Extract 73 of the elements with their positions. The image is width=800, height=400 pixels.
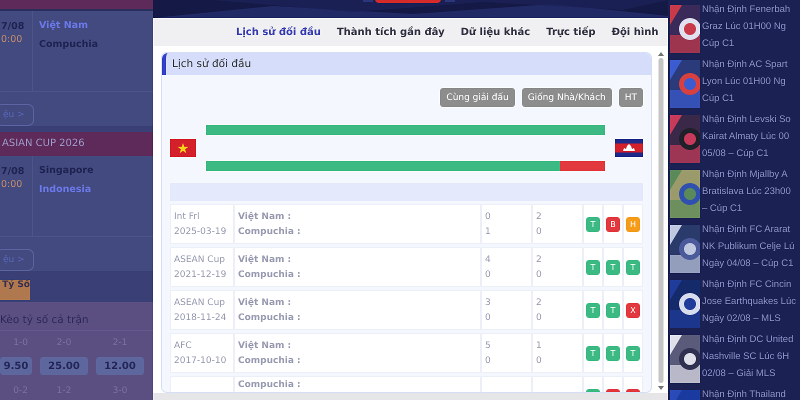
competition-name: ASEAN Cup xyxy=(174,298,226,308)
competition-name: AFC xyxy=(174,340,193,350)
match-date: 2017-10-10 xyxy=(174,356,228,366)
result-badge: X xyxy=(626,302,640,318)
filter-button[interactable]: Cùng giải đấu xyxy=(440,88,515,107)
team-name: Compuchia : xyxy=(238,270,302,280)
filter-button[interactable]: HT xyxy=(618,88,643,107)
match-date: 2021-12-19 xyxy=(174,270,228,280)
news-title[interactable]: Nhận Định Levski So Kairat Almaty Lúc 00 05/08 – Cúp C1 xyxy=(702,111,791,162)
team-name: Việt Nam : xyxy=(238,212,292,222)
odds-button[interactable]: 9.50 xyxy=(0,357,32,375)
flag-icon xyxy=(170,139,196,157)
score: 1 xyxy=(485,226,492,236)
tab[interactable]: Dữ liệu khác xyxy=(454,18,538,46)
score: 0 xyxy=(536,270,543,280)
team-name: Việt Nam xyxy=(39,20,89,31)
result-badge: T xyxy=(606,260,620,274)
competition-name: ASEAN Cup xyxy=(174,254,226,264)
tab[interactable]: Trực tiếp xyxy=(539,18,603,46)
result-badge: T xyxy=(606,346,620,360)
news-title[interactable]: Nhận Định FC Cincin Jose Earthquakes Lúc Ngày 02/08 – MLS xyxy=(702,276,796,327)
match-date: 2025-03-19 xyxy=(174,226,228,236)
result-badge: T xyxy=(606,302,620,318)
score: 2 xyxy=(536,298,543,308)
result-badge: H xyxy=(626,216,640,232)
result-badge: T xyxy=(626,260,640,274)
league-header: ASIAN CUP 2026 xyxy=(0,132,153,156)
result-badge: T xyxy=(626,346,640,360)
team-name: Indonesia xyxy=(39,184,92,195)
tab[interactable]: Đội hình xyxy=(604,18,666,46)
result-badge: B xyxy=(606,216,620,232)
news-title[interactable]: Nhận Định AC Spart Lyon Lúc 01H00 Ng Cúp C1 xyxy=(702,56,788,107)
team-name: Compuchia : xyxy=(238,226,302,236)
score: 0 xyxy=(536,356,543,366)
flag-icon xyxy=(615,139,643,157)
score: 0 xyxy=(536,226,543,236)
team-name: Compuchia : xyxy=(238,380,302,390)
score: 0 xyxy=(485,312,492,322)
team-name: Việt Nam : xyxy=(238,254,292,264)
match-time: 0:00 xyxy=(1,179,24,190)
team-name: Compuchia : xyxy=(238,312,302,322)
score: 0 xyxy=(536,312,543,322)
score: 0 xyxy=(485,212,492,222)
team-name: Việt Nam : xyxy=(238,298,292,308)
team-name: Compuchia : xyxy=(238,356,302,366)
score: 4 xyxy=(485,254,492,264)
match-time: 0:00 xyxy=(1,34,24,45)
filter-button[interactable]: Giống Nhà/Khách xyxy=(522,88,612,107)
result-badge: T xyxy=(586,260,600,274)
news-title[interactable]: Nhận Định DC United Nashville SC Lúc 6H 02/08 – Giải MLS xyxy=(702,331,794,382)
score: 3 xyxy=(485,298,492,308)
result-badge: T xyxy=(586,216,600,232)
score-tab[interactable]: Tỷ Số xyxy=(0,280,30,300)
odds-button[interactable]: 12.00 xyxy=(96,357,144,375)
tab[interactable]: Lịch sử đối đầu xyxy=(229,18,328,46)
section-title: Lịch sử đối đầu xyxy=(172,58,252,70)
news-title[interactable]: Nhận Định Thailand xyxy=(702,386,786,400)
score: 0 xyxy=(485,270,492,280)
tab[interactable]: Thành tích gần đây xyxy=(330,18,452,46)
team-name: Việt Nam : xyxy=(238,340,292,350)
news-title[interactable]: Nhận Định Fenerbah Graz Lúc 01H00 Ng Cúp C1 xyxy=(702,1,790,52)
news-title[interactable]: Nhận Định FC Ararat NK Publikum Celje Lú Ngày 04/08 – Cúp C1 xyxy=(702,221,794,272)
result-badge: T xyxy=(586,302,600,318)
odds-button[interactable]: 25.00 xyxy=(40,357,88,375)
result-badge: T xyxy=(586,346,600,360)
score: 2 xyxy=(536,212,543,222)
score: 5 xyxy=(485,340,492,350)
news-title[interactable]: Nhận Định Mjallby A Bratislava Lúc 23h00 – Cúp C1 xyxy=(702,166,791,217)
competition-name: Int Frl xyxy=(174,212,200,222)
match-date: 2018-11-24 xyxy=(174,312,228,322)
score: 0 xyxy=(485,356,492,366)
score: 1 xyxy=(536,340,543,350)
score: 2 xyxy=(536,254,543,264)
